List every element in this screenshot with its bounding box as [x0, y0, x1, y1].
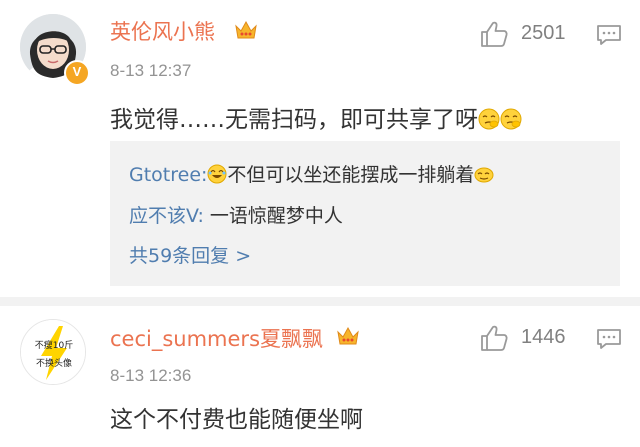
username[interactable]: 英伦风小熊	[110, 16, 215, 46]
avatar-text: 不瘦10斤	[35, 339, 73, 351]
timestamp: 8-13 12:36	[110, 366, 192, 385]
reply-item: 应不该V: 一语惊醒梦中人	[129, 201, 343, 228]
avatar[interactable]: 不瘦10斤 不换头像	[20, 319, 86, 385]
thumbs-up-icon[interactable]	[479, 20, 509, 48]
crown-icon	[337, 326, 359, 345]
like-count: 2501	[521, 22, 566, 44]
reply-text: 一语惊醒梦中人	[203, 205, 343, 227]
like-count: 1446	[521, 326, 566, 348]
comment-item: 不瘦10斤 不换头像 ceci_summers夏飘飘 8-13 12:36 14…	[0, 306, 640, 447]
reply-text: 不但可以坐还能摆成一排躺着	[227, 164, 475, 186]
emoji-icon	[478, 108, 500, 130]
more-replies-link[interactable]: 共59条回复 >	[129, 241, 251, 268]
avatar-text: 不换头像	[36, 357, 72, 369]
reply-box: Gtotree: 不但可以坐还能摆成一排躺着 应不该V: 一语惊醒梦中人 共59条…	[110, 141, 620, 286]
reply-author[interactable]: Gtotree:	[129, 164, 207, 186]
timestamp: 8-13 12:37	[110, 61, 192, 80]
comment-icon[interactable]	[596, 23, 622, 47]
laugh-emoji-icon	[207, 164, 227, 184]
comment-text: 这个不付费也能随便坐啊	[110, 407, 363, 433]
verified-icon: V	[64, 60, 90, 86]
comment-text: 我觉得……无需扫码，即可共享了呀	[110, 100, 522, 134]
emoji-icon	[500, 108, 522, 130]
divider	[0, 297, 640, 306]
comment-text-content: 我觉得……无需扫码，即可共享了呀	[110, 107, 478, 133]
thumbs-up-icon[interactable]	[479, 324, 509, 352]
comment-item: V 英伦风小熊 8-13 12:37 2501 我觉得……无需扫码，即可共享了呀…	[0, 0, 640, 297]
lying-emoji-icon	[474, 167, 494, 183]
comment-icon[interactable]	[596, 327, 622, 351]
reply-author[interactable]: 应不该V:	[129, 205, 204, 227]
crown-icon	[235, 20, 257, 39]
reply-item: Gtotree: 不但可以坐还能摆成一排躺着	[129, 160, 494, 187]
username[interactable]: ceci_summers夏飘飘	[110, 323, 323, 353]
